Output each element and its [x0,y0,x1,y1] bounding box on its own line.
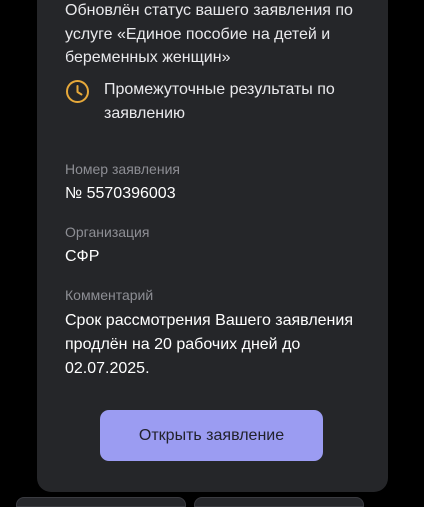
open-application-button[interactable]: Открыть заявление [100,410,323,461]
status-update-message: Обновлён статус вашего заявления по услу… [65,2,353,66]
bottom-card-right [194,497,364,507]
clock-icon [65,79,90,104]
application-number-label: Номер заявления [65,161,180,177]
status-row: Промежуточные результаты по заявлению [65,78,385,128]
comment-value: Срок рассмотрения Вашего заявления продл… [65,312,353,377]
comment-label: Комментарий [65,287,154,303]
organization-label: Организация [65,224,150,240]
application-number-value: № 5570396003 [65,185,176,202]
status-text: Промежуточные результаты по заявлению [104,81,335,122]
organization-value: СФР [65,248,100,265]
bottom-card-left [16,497,186,507]
